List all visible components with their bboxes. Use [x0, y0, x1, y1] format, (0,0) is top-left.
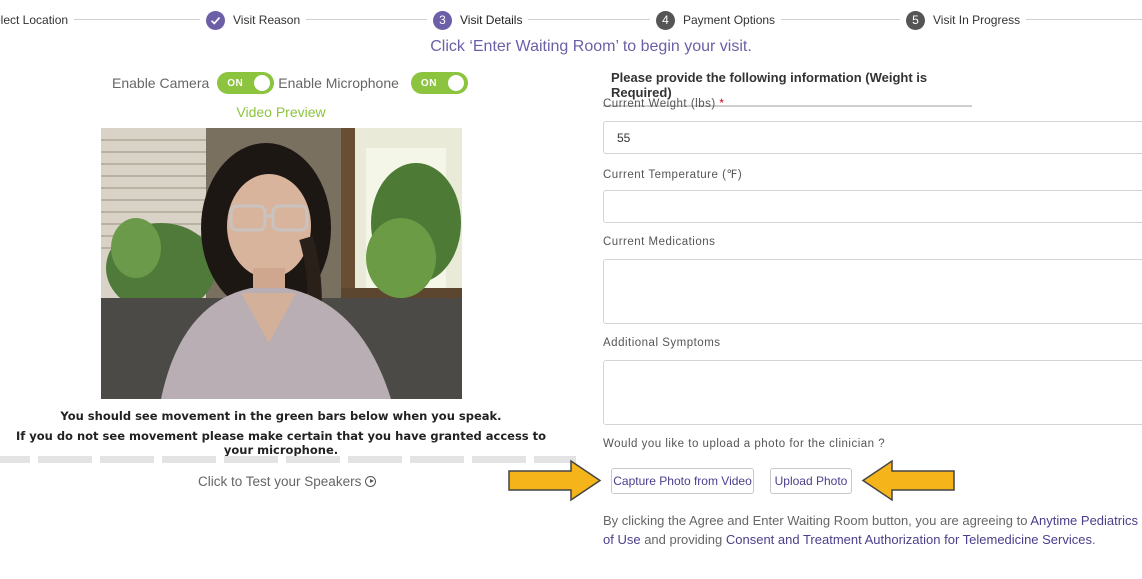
test-speakers-link[interactable]: Click to Test your Speakers: [198, 474, 377, 489]
microphone-label: Enable Microphone: [278, 75, 399, 91]
mic-level-bar: [162, 456, 216, 463]
symptoms-textarea[interactable]: [603, 360, 1142, 425]
test-speakers-label: Click to Test your Speakers: [198, 474, 362, 489]
step-label: Visit Details: [460, 13, 523, 27]
checkmark-icon: [206, 10, 225, 30]
step-payment-options[interactable]: 4 Payment Options: [650, 10, 782, 30]
step-visit-details[interactable]: 3 Visit Details: [427, 10, 529, 30]
step-number: 3: [433, 10, 452, 30]
agreement-middle: and providing: [640, 532, 726, 547]
step-label: Visit Reason: [233, 13, 301, 27]
webcam-frame-image: [101, 128, 462, 399]
step-label: Payment Options: [683, 13, 776, 27]
waiting-room-banner: Click ‘Enter Waiting Room’ to begin your…: [430, 38, 752, 55]
camera-toggle[interactable]: ON: [217, 72, 275, 94]
step-visit-reason[interactable]: Visit Reason: [200, 10, 307, 30]
consent-link[interactable]: Consent and Treatment Authorization for …: [726, 532, 1092, 547]
step-label: Visit In Progress: [933, 13, 1021, 27]
agreement-prefix: By clicking the Agree and Enter Waiting …: [603, 513, 1031, 528]
play-circle-icon: [365, 476, 377, 487]
medications-textarea[interactable]: [603, 259, 1142, 324]
step-number: 5: [906, 10, 925, 30]
microphone-toggle[interactable]: ON: [410, 72, 468, 94]
mic-level-meter: [0, 456, 584, 463]
progress-stepper: elect Location Visit Reason 3 Visit Deta…: [0, 0, 1142, 40]
agreement-text: By clicking the Agree and Enter Waiting …: [603, 511, 1142, 549]
temperature-input[interactable]: [603, 190, 1142, 223]
step-visit-in-progress[interactable]: 5 Visit In Progress: [900, 10, 1027, 30]
video-preview: [101, 128, 462, 399]
temperature-label: Current Temperature (℉): [603, 169, 743, 181]
step-label: elect Location: [0, 13, 69, 27]
microphone-toggle-state: ON: [420, 77, 437, 89]
medications-label: Current Medications: [603, 236, 716, 248]
mic-instruction-line-1: You should see movement in the green bar…: [60, 409, 502, 423]
arrow-icon: [861, 459, 955, 502]
mic-instruction-line-2: If you do not see movement please make c…: [15, 429, 547, 457]
step-select-location[interactable]: elect Location: [0, 10, 75, 30]
terms-link-continued[interactable]: of Use: [603, 532, 641, 547]
mic-level-bar: [100, 456, 154, 463]
photo-upload-question: Would you like to upload a photo for the…: [603, 438, 886, 450]
media-toggles: Enable Camera ON Enable Microphone ON: [112, 72, 472, 94]
weight-input[interactable]: 55: [603, 121, 1142, 154]
required-marker: *: [719, 98, 725, 110]
capture-photo-button[interactable]: Capture Photo from Video: [611, 468, 754, 494]
mic-level-bar: [286, 456, 340, 463]
terms-link[interactable]: Anytime Pediatrics PF: [1030, 513, 1142, 528]
weight-label: Current Weight (lbs) *: [603, 98, 724, 110]
toggle-knob: [447, 75, 464, 91]
upload-photo-button[interactable]: Upload Photo: [770, 468, 852, 494]
mic-level-bar: [410, 456, 464, 463]
mic-level-bar: [38, 456, 92, 463]
agreement-suffix: .: [1092, 532, 1096, 547]
arrow-icon: [508, 459, 602, 502]
symptoms-label: Additional Symptoms: [603, 337, 721, 349]
mic-level-bar: [224, 456, 278, 463]
mic-level-bar: [348, 456, 402, 463]
video-preview-title: Video Preview: [236, 104, 326, 120]
camera-toggle-state: ON: [227, 77, 244, 89]
weight-value: 55: [617, 130, 631, 145]
camera-label: Enable Camera: [112, 75, 210, 91]
weight-label-text: Current Weight (lbs): [603, 98, 716, 110]
step-number: 4: [656, 10, 675, 30]
toggle-knob: [254, 75, 271, 91]
mic-level-bar: [0, 456, 30, 463]
